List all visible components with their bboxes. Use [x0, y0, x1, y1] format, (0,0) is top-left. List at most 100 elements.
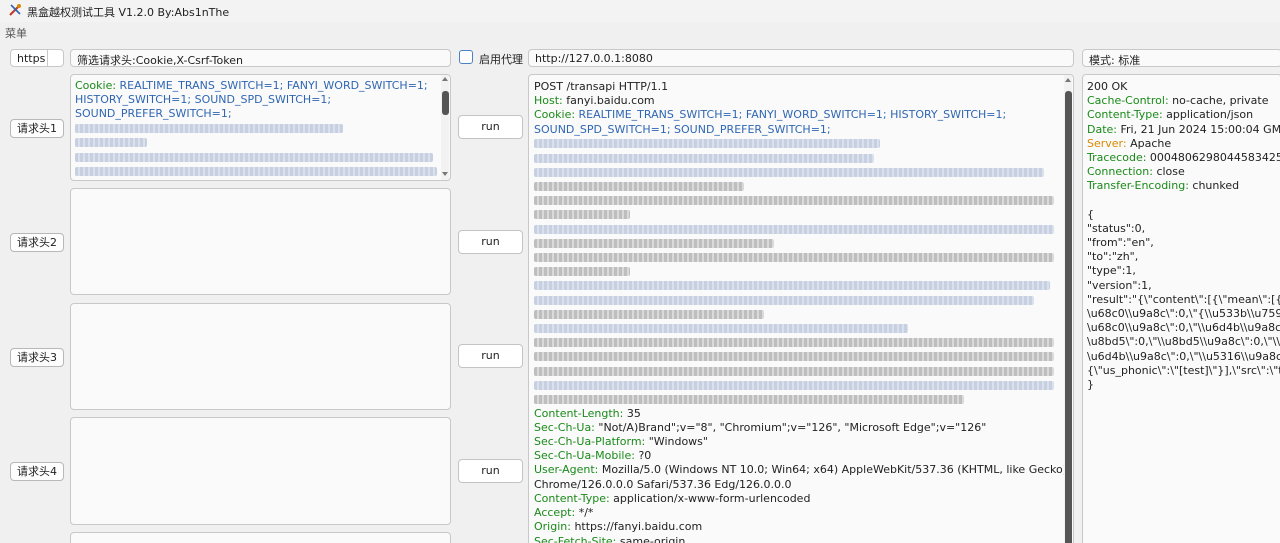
body-line: \u68c0\\u9a8c\":0,\"{\\u533b\\u7597\: [1087, 307, 1280, 321]
body-line: "result":"{\"content\":[{\"mean\":[{\"pr…: [1087, 292, 1280, 306]
header-5-textarea[interactable]: [70, 532, 451, 543]
cookie-line-2: HISTORY_SWITCH=1; SOUND_SPD_SWITCH=1;: [75, 93, 332, 107]
header-2-label[interactable]: 请求头2: [10, 233, 64, 252]
scroll-thumb[interactable]: [442, 91, 449, 115]
scroll-down-icon[interactable]: [442, 172, 448, 176]
tool-icon: [9, 4, 21, 16]
header-value: application/x-www-form-urlencoded: [609, 491, 811, 505]
header-value: chunked: [1188, 179, 1240, 193]
body-line: "status":0,: [1087, 221, 1146, 235]
header-value: same-origin: [616, 534, 686, 543]
scroll-up-icon[interactable]: [442, 77, 448, 81]
body-line: {\"us_phonic\":\"[test]\"}],\"src\":\"te…: [1087, 363, 1280, 377]
header-value: Chrome/126.0.0.0 Safari/537.36 Edg/126.0…: [534, 477, 792, 491]
body-line: "to":"zh",: [1087, 250, 1139, 264]
header-4-label[interactable]: 请求头4: [10, 462, 64, 481]
header-value: 35: [623, 406, 641, 420]
redacted-line: [534, 350, 1067, 364]
redacted-line: [534, 137, 1067, 151]
header-3-label[interactable]: 请求头3: [10, 348, 64, 367]
response-textarea[interactable]: 200 OK Cache-Control: no-cache, private …: [1082, 74, 1280, 543]
header-key: Origin:: [534, 520, 571, 534]
proxy-checkbox[interactable]: [459, 50, 473, 64]
cookie-key: Cookie:: [75, 79, 117, 92]
scroll-up-icon[interactable]: [1065, 78, 1071, 82]
redacted-line: [534, 336, 1067, 350]
header-key: Cache-Control:: [1087, 94, 1169, 108]
filter-input[interactable]: 筛选请求头:Cookie,X-Csrf-Token: [70, 49, 451, 67]
redacted-line: [534, 279, 1067, 293]
header-value: ?0: [634, 449, 652, 463]
redacted-line: [534, 364, 1067, 378]
header-value: Mozilla/5.0 (Windows NT 10.0; Win64; x64…: [598, 463, 1068, 477]
header-value: 00048062980445834250060: [1149, 151, 1280, 165]
header-key: Host:: [534, 94, 563, 108]
cookie-line-1: REALTIME_TRANS_SWITCH=1; FANYI_WORD_SWIT…: [116, 79, 428, 92]
request-line: POST /transapi HTTP/1.1: [534, 80, 669, 93]
body-line: }: [1087, 378, 1094, 392]
body-line: \u6d4b\\u9a8c\":0,\"\\u5316\\u9a8c\": [1087, 349, 1280, 363]
redacted-line: [75, 150, 437, 164]
redacted-line: [75, 164, 437, 178]
cookie-value: REALTIME_TRANS_SWITCH=1; FANYI_WORD_SWIT…: [575, 108, 1007, 122]
header-key: Content-Type:: [534, 491, 610, 505]
request-content: POST /transapi HTTP/1.1 Host: fanyi.baid…: [534, 80, 1067, 543]
body-line: "type":1,: [1087, 264, 1136, 278]
redacted-line: [534, 378, 1067, 392]
header-key: Server:: [1087, 136, 1127, 150]
header-3-textarea[interactable]: [70, 303, 451, 410]
header-value: "Windows": [645, 435, 708, 449]
header-1-textarea[interactable]: Cookie: REALTIME_TRANS_SWITCH=1; FANYI_W…: [70, 74, 451, 181]
filter-value: 筛选请求头:Cookie,X-Csrf-Token: [77, 54, 243, 67]
redacted-line: [75, 136, 437, 150]
proxy-url-value: http://127.0.0.1:8080: [535, 52, 653, 65]
header-value: Fri, 21 Jun 2024 15:00:04 GMT: [1117, 122, 1280, 136]
redacted-line: [534, 250, 1067, 264]
redacted-line: [534, 307, 1067, 321]
protocol-field[interactable]: https: [10, 49, 64, 67]
header-key: Sec-Ch-Ua-Platform:: [534, 435, 646, 449]
proxy-label: 启用代理: [479, 53, 523, 66]
protocol-value: https: [17, 52, 46, 65]
body-line: \u8bd5\":0,\"\\u8bd5\\u9a8c\":0,\"\\u6: [1087, 335, 1280, 349]
header-value: */*: [575, 506, 594, 520]
header-key: Cookie:: [534, 108, 576, 122]
menu-label[interactable]: 菜单: [5, 25, 27, 41]
header-4-textarea[interactable]: [70, 417, 451, 525]
body-line: "version":1,: [1087, 278, 1152, 292]
header-key: Accept:: [534, 506, 576, 520]
redacted-line: [534, 293, 1067, 307]
proxy-url-input[interactable]: http://127.0.0.1:8080: [528, 49, 1074, 67]
scroll-thumb[interactable]: [1065, 91, 1072, 543]
run-button-1[interactable]: run: [458, 115, 523, 139]
run-button-4[interactable]: run: [458, 459, 523, 483]
body-line: \u68c0\\u9a8c\":0,\"\\u6d4b\\u9a8c\": [1087, 321, 1280, 335]
header-value: Apache: [1126, 136, 1172, 150]
redacted-line: [534, 179, 1067, 193]
request-textarea[interactable]: POST /transapi HTTP/1.1 Host: fanyi.baid…: [528, 74, 1074, 543]
cookie-line-3: SOUND_PREFER_SWITCH=1;: [75, 107, 232, 121]
mode-value: 模式: 标准: [1089, 54, 1141, 67]
header-key: Date:: [1087, 122, 1117, 136]
run-button-2[interactable]: run: [458, 230, 523, 254]
redacted-line: [534, 236, 1067, 250]
header-value: "Not/A)Brand";v="8", "Chromium";v="126",…: [594, 420, 987, 434]
redacted-line: [534, 321, 1067, 335]
redacted-line: [534, 265, 1067, 279]
redacted-line: [534, 151, 1067, 165]
header-key: Content-Length:: [534, 406, 624, 420]
mode-select[interactable]: 模式: 标准: [1082, 49, 1280, 67]
header-1-scrollbar[interactable]: [441, 75, 449, 180]
run-button-3[interactable]: run: [458, 344, 523, 368]
header-key: Content-Type:: [1087, 108, 1163, 122]
body-line: {: [1087, 207, 1094, 221]
header-1-label[interactable]: 请求头1: [10, 119, 64, 138]
header-value: close: [1152, 165, 1185, 179]
header-2-textarea[interactable]: [70, 188, 451, 295]
header-1-content: Cookie: REALTIME_TRANS_SWITCH=1; FANYI_W…: [75, 79, 437, 178]
request-scrollbar[interactable]: [1064, 75, 1072, 543]
header-key: Tracecode:: [1087, 151, 1147, 165]
redacted-line: [534, 392, 1067, 406]
redacted-line: [75, 122, 437, 136]
header-value: https://fanyi.baidu.com: [570, 520, 703, 534]
